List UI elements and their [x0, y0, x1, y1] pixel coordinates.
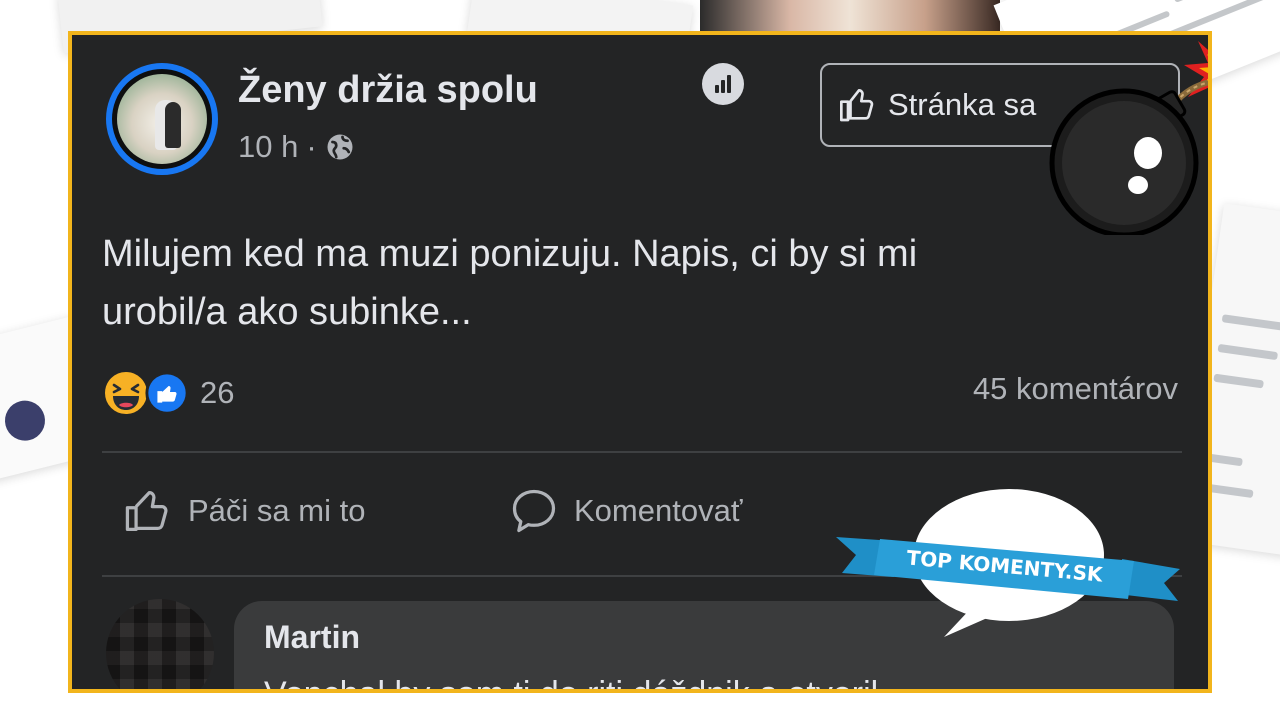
thumbs-up-icon [840, 89, 874, 122]
comment-text: Vopchal by som ti do riti dáždnik a otvo… [264, 675, 878, 689]
comment-author[interactable]: Martin [264, 619, 360, 656]
like-button[interactable]: Páči sa mi to [122, 485, 365, 537]
topkomenty-stamp: TOP KOMENTY.SK [836, 489, 1180, 637]
comment-icon [512, 489, 556, 533]
comments-count[interactable]: 45 komentárov [973, 371, 1178, 407]
haha-icon [103, 370, 149, 416]
page-name[interactable]: Ženy držia spolu [238, 69, 538, 112]
post-meta: 10 h · [238, 129, 355, 165]
comment-button-label: Komentovať [574, 493, 743, 528]
post-text-line: Milujem ked ma muzi ponizuju. Napis, ci … [102, 233, 918, 275]
globe-icon [327, 134, 353, 160]
like-button-label: Páči sa mi to [188, 493, 366, 528]
post-text-line: urobil/a ako subinke... [102, 291, 472, 333]
comment-button[interactable]: Komentovať [508, 485, 742, 537]
commenter-avatar[interactable] [106, 599, 214, 689]
post-text: Milujem ked ma muzi ponizuju. Napis, ci … [102, 225, 1152, 341]
divider [102, 451, 1182, 453]
thumbs-up-icon [125, 490, 168, 532]
like-icon [145, 371, 189, 415]
page-avatar-image [117, 74, 207, 164]
page-avatar[interactable] [106, 63, 218, 175]
background-photo [700, 0, 1000, 32]
facebook-post: Ženy držia spolu 10 h · Stránka sa Miluj… [68, 31, 1212, 693]
bomb-icon [1049, 41, 1208, 235]
reaction-count: 26 [200, 375, 235, 410]
stats-icon[interactable] [702, 63, 744, 105]
follow-button-label: Stránka sa [888, 87, 1037, 122]
reactions-summary[interactable]: 26 [102, 369, 234, 417]
meta-separator: · [306, 129, 317, 164]
post-time[interactable]: 10 h [238, 129, 298, 165]
